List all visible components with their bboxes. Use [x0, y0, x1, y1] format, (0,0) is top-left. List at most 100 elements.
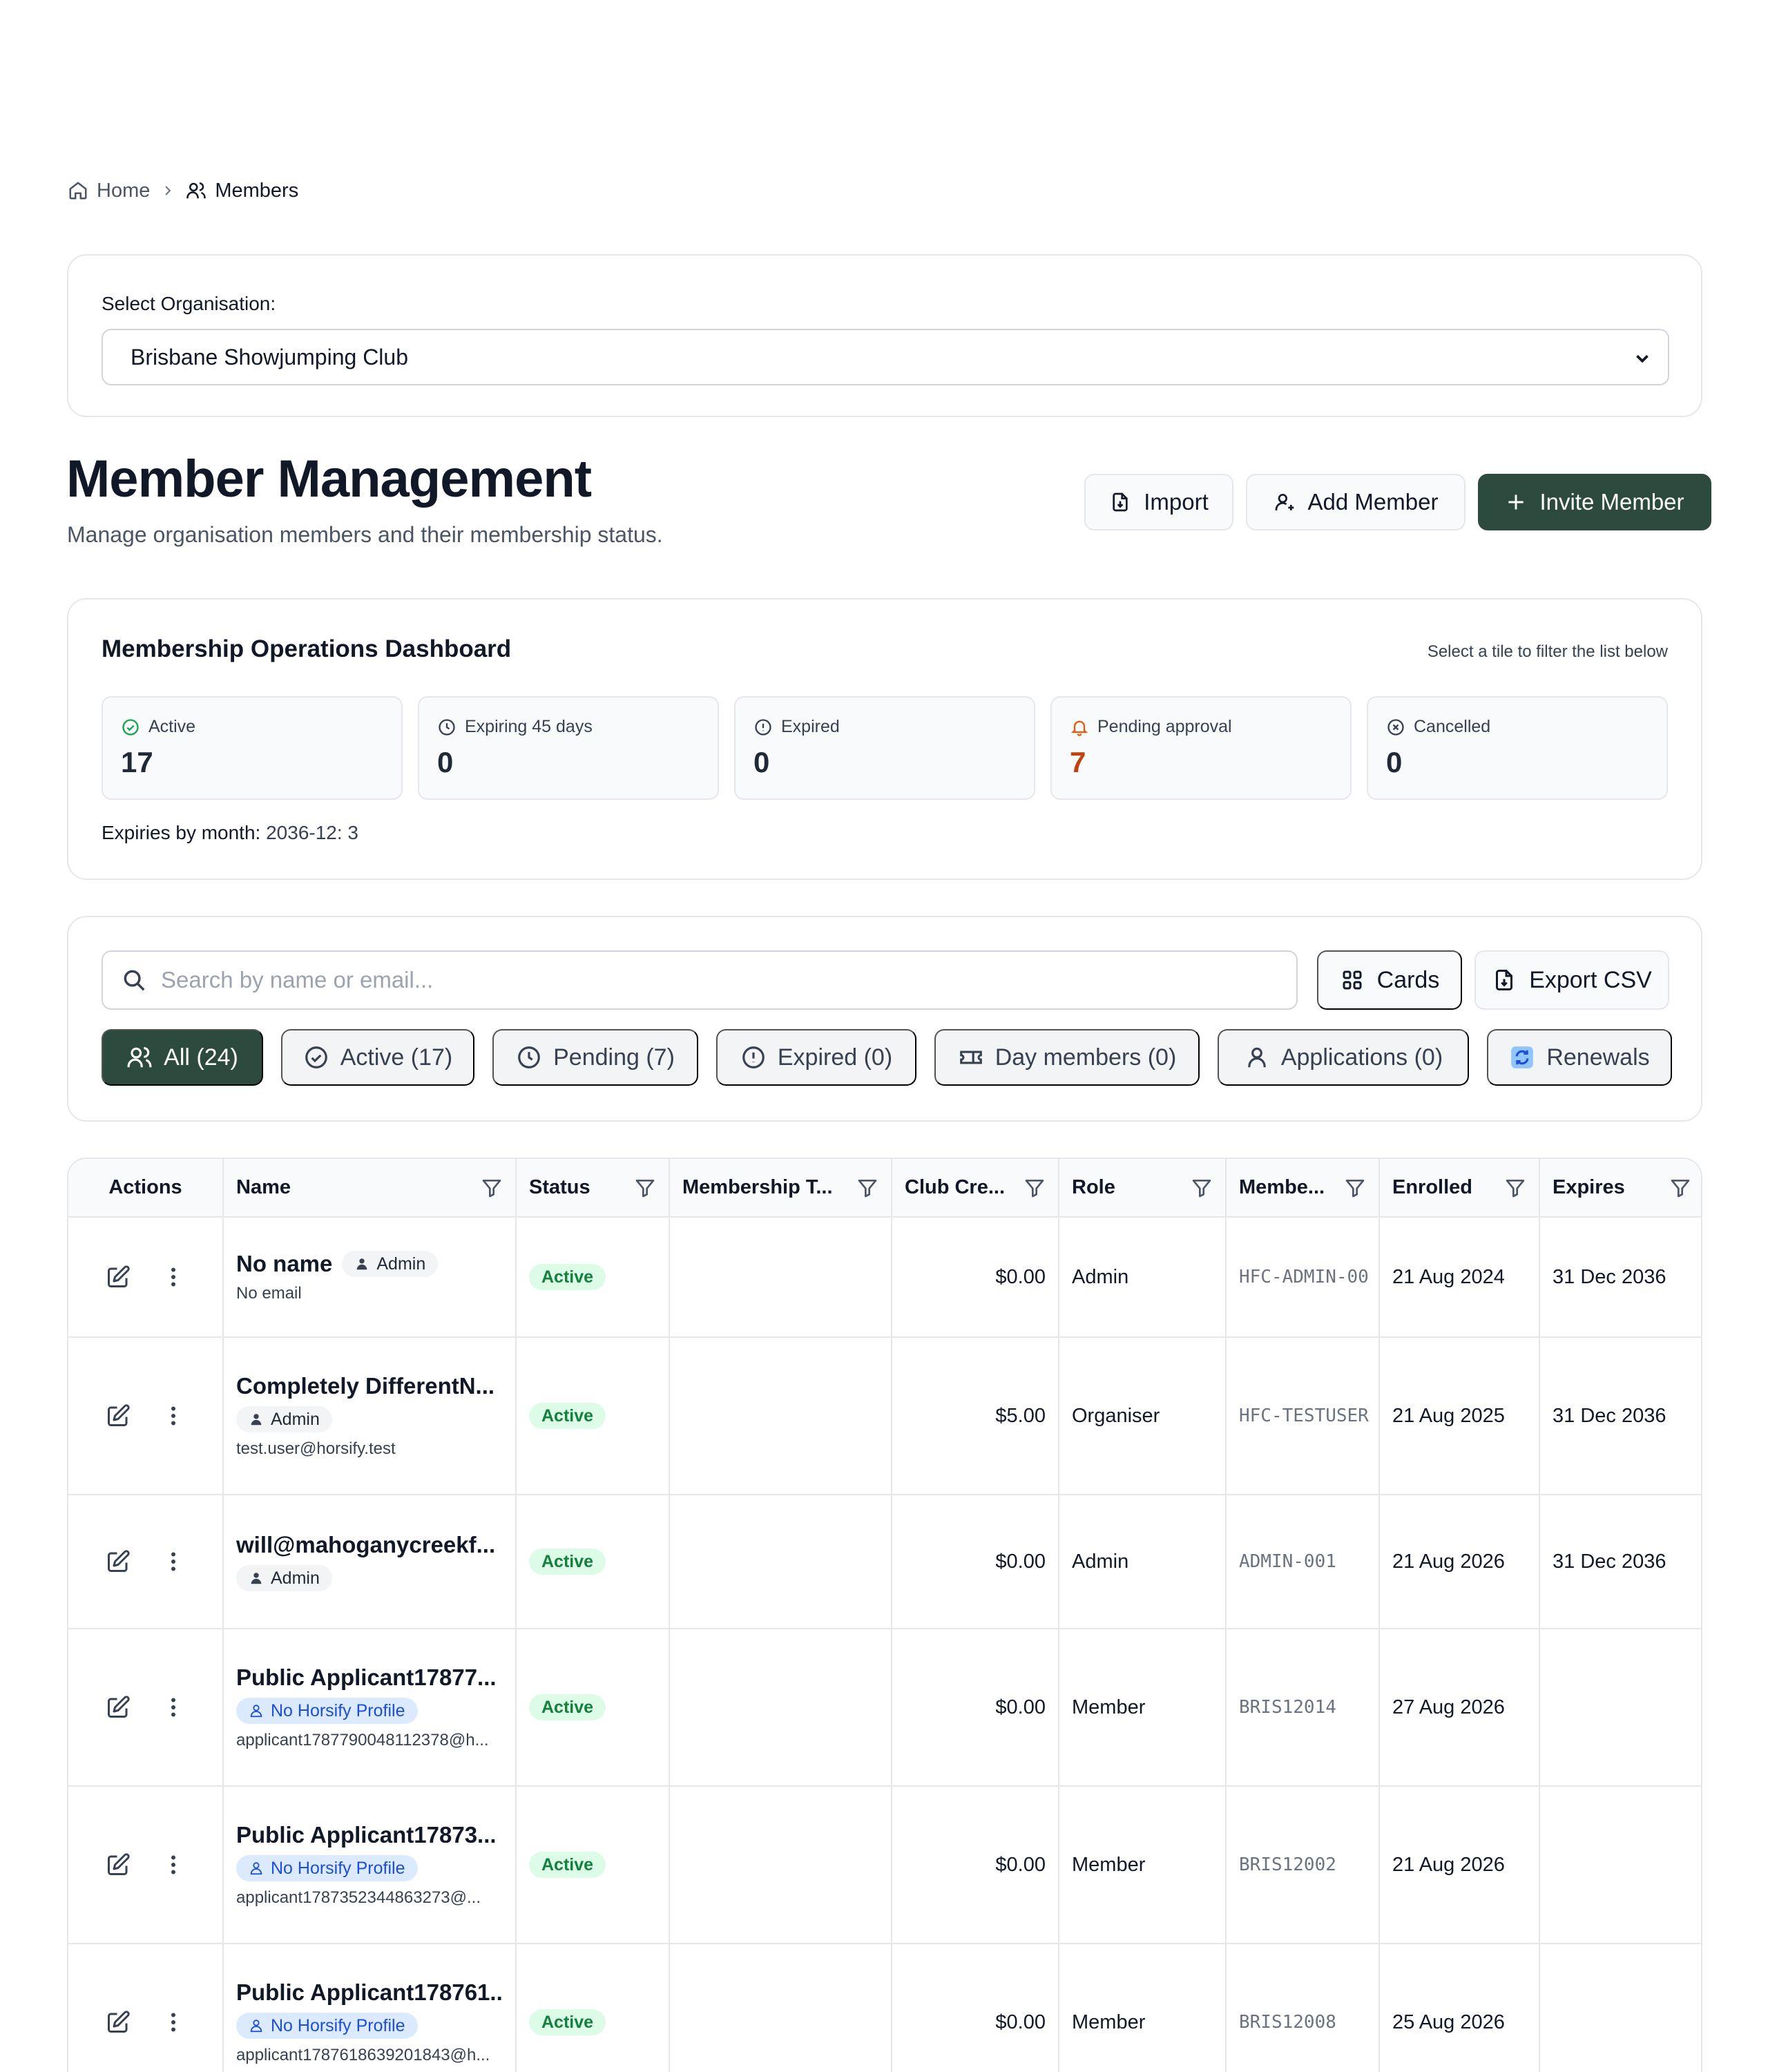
enrolled-cell: 21 Aug 2026 [1379, 1786, 1540, 1944]
organisation-card: Select Organisation: Brisbane Showjumpin… [67, 254, 1702, 417]
clock-icon [518, 1046, 540, 1068]
column-header-club-credit[interactable]: Club Cre... [892, 1159, 1059, 1218]
member-number-cell: BRIS12002 [1226, 1786, 1380, 1944]
user-icon [251, 1573, 262, 1584]
grid-icon [1343, 970, 1362, 990]
tile-label: Active [148, 717, 196, 736]
filter-pending[interactable]: Pending (7) [492, 1029, 698, 1086]
tile-expired[interactable]: Expired 0 [734, 696, 1035, 800]
status-cell: Active [516, 1629, 670, 1787]
member-name[interactable]: Public Applicant17873... [236, 1822, 503, 1848]
enrolled-cell: 25 Aug 2026 [1379, 1944, 1540, 2072]
table-row[interactable]: No name Admin No email Active $0.00 Admin … [68, 1217, 1701, 1338]
x-circle-icon [1387, 718, 1404, 736]
filter-icon[interactable] [1669, 1177, 1691, 1199]
edit-icon[interactable] [106, 1852, 131, 1877]
import-button[interactable]: Import [1084, 474, 1233, 530]
column-header-member-number[interactable]: Membe... [1226, 1159, 1380, 1218]
column-header-role[interactable]: Role [1059, 1159, 1227, 1218]
breadcrumb-home-label: Home [97, 179, 151, 202]
check-circle-icon [122, 718, 139, 736]
filter-icon[interactable] [856, 1177, 878, 1199]
role-cell: Member [1059, 1944, 1227, 2072]
member-number-cell: BRIS12008 [1226, 1944, 1380, 2072]
status-badge: Active [529, 1264, 606, 1290]
breadcrumb-current-label: Members [215, 179, 299, 202]
column-header-enrolled[interactable]: Enrolled [1379, 1159, 1540, 1218]
more-vertical-icon[interactable] [161, 1265, 186, 1289]
member-number-cell: HFC-TESTUSER [1226, 1337, 1380, 1495]
edit-icon[interactable] [106, 2010, 131, 2035]
tile-pending-approval[interactable]: Pending approval 7 [1050, 696, 1352, 800]
more-vertical-icon[interactable] [161, 2010, 186, 2035]
expires-cell: 31 Dec 2036 [1539, 1495, 1701, 1629]
filter-icon[interactable] [1024, 1177, 1046, 1199]
more-vertical-icon[interactable] [161, 1549, 186, 1574]
filter-icon[interactable] [481, 1177, 503, 1199]
actions-cell [68, 1217, 224, 1338]
expires-cell [1539, 1786, 1701, 1944]
filter-label: Renewals [1546, 1044, 1650, 1071]
filter-icon[interactable] [1344, 1177, 1366, 1199]
member-email: test.user@horsify.test [236, 1439, 396, 1458]
member-name[interactable]: Public Applicant178761... [236, 1979, 503, 2006]
organisation-select[interactable]: Brisbane Showjumping Club [102, 329, 1669, 385]
filter-icon[interactable] [1191, 1177, 1213, 1199]
member-name[interactable]: Completely DifferentN... [236, 1373, 503, 1399]
table-row[interactable]: Public Applicant178761... No Horsify Prof… [68, 1944, 1701, 2072]
status-cell: Active [516, 1337, 670, 1495]
member-email: applicant1787618639201843@h... [236, 2046, 490, 2064]
invite-member-button[interactable]: Invite Member [1478, 474, 1711, 530]
filter-active[interactable]: Active (17) [281, 1029, 474, 1086]
add-member-button[interactable]: Add Member [1246, 474, 1466, 530]
search-input[interactable]: Search by name or email... [102, 950, 1298, 1010]
dashboard-hint: Select a tile to filter the list below [1427, 642, 1668, 661]
column-header-name[interactable]: Name [223, 1159, 517, 1218]
tile-label: Expired [781, 717, 840, 736]
filter-icon[interactable] [634, 1177, 656, 1199]
filter-day-members[interactable]: Day members (0) [934, 1029, 1200, 1086]
breadcrumb-members: Members [186, 180, 298, 202]
edit-icon[interactable] [106, 1403, 131, 1428]
edit-icon[interactable] [106, 1549, 131, 1574]
export-csv-button[interactable]: Export CSV [1474, 950, 1669, 1010]
alert-circle-icon [742, 1046, 765, 1068]
actions-cell [68, 1944, 224, 2072]
more-vertical-icon[interactable] [161, 1852, 186, 1877]
more-vertical-icon[interactable] [161, 1403, 186, 1428]
member-email: No email [236, 1284, 302, 1303]
filter-icon[interactable] [1504, 1177, 1526, 1199]
cards-view-button[interactable]: Cards [1317, 950, 1462, 1010]
club-credit-cell: $0.00 [892, 1629, 1059, 1787]
user-icon [250, 2020, 262, 2033]
table-row[interactable]: will@mahoganycreekf... Admin Active $0.00… [68, 1495, 1701, 1629]
breadcrumb-home[interactable]: Home [68, 180, 150, 202]
tile-expiring[interactable]: Expiring 45 days 0 [418, 696, 719, 800]
filter-expired[interactable]: Expired (0) [716, 1029, 916, 1086]
filter-label: Expired (0) [777, 1044, 893, 1071]
filter-applications[interactable]: Applications (0) [1218, 1029, 1469, 1086]
column-header-expires[interactable]: Expires [1539, 1159, 1701, 1218]
actions-cell [68, 1786, 224, 1944]
member-name[interactable]: Public Applicant17877... [236, 1665, 503, 1691]
edit-icon[interactable] [106, 1265, 131, 1289]
role-cell: Member [1059, 1629, 1227, 1787]
plus-icon [1508, 495, 1524, 510]
tile-cancelled[interactable]: Cancelled 0 [1367, 696, 1668, 800]
table-row[interactable]: Public Applicant17873... No Horsify Profi… [68, 1786, 1701, 1944]
club-credit-cell: $0.00 [892, 1217, 1059, 1338]
role-badge-label: Admin [271, 1568, 320, 1588]
table-row[interactable]: Completely DifferentN... Admin test.user@h… [68, 1337, 1701, 1495]
dashboard-title: Membership Operations Dashboard [102, 635, 512, 662]
column-header-status[interactable]: Status [516, 1159, 670, 1218]
tile-active[interactable]: Active 17 [102, 696, 403, 800]
more-vertical-icon[interactable] [161, 1695, 186, 1720]
filter-all[interactable]: All (24) [102, 1029, 263, 1086]
table-row[interactable]: Public Applicant17877... No Horsify Profi… [68, 1629, 1701, 1787]
member-name[interactable]: No name [236, 1251, 332, 1277]
edit-icon[interactable] [106, 1695, 131, 1720]
filter-renewals[interactable]: Renewals [1487, 1029, 1672, 1086]
member-name[interactable]: will@mahoganycreekf... [236, 1532, 503, 1558]
membership-type-cell [669, 1944, 892, 2072]
column-header-membership-type[interactable]: Membership T... [669, 1159, 892, 1218]
